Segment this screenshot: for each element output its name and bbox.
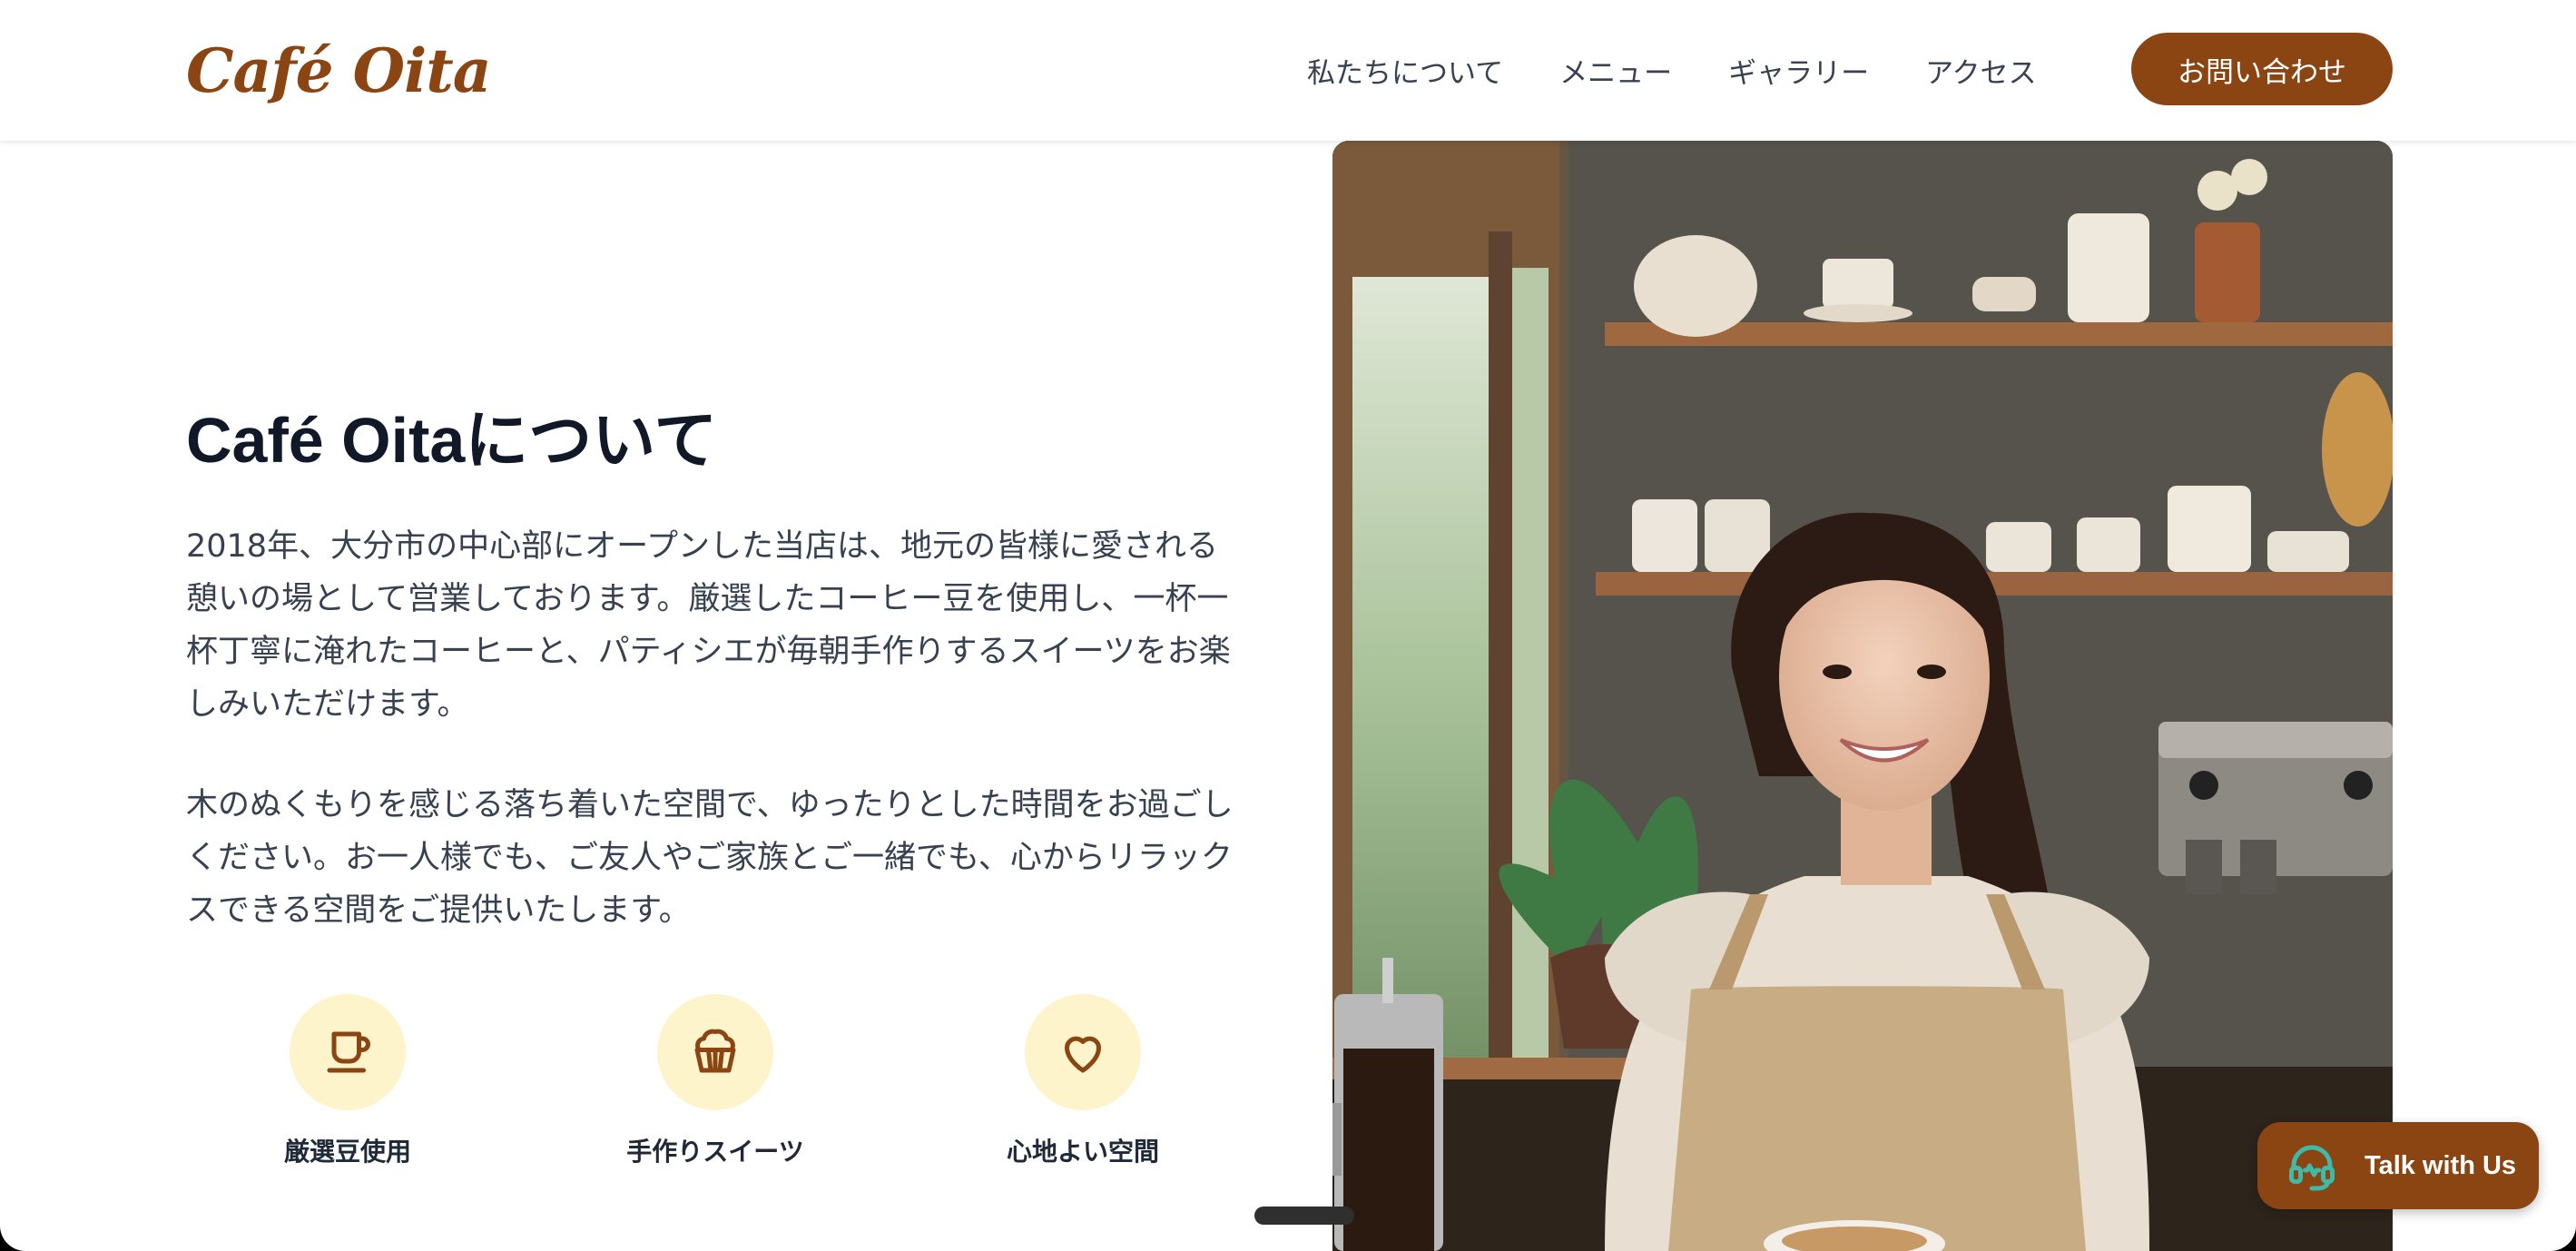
- nav-link-menu[interactable]: メニュー: [1559, 50, 1672, 91]
- main-nav: 私たちについて メニュー ギャラリー アクセス: [1307, 0, 2093, 141]
- talk-label: Talk with Us: [2365, 1150, 2517, 1180]
- about-paragraph: 2018年、大分市の中心部にオープンした当店は、地元の皆様に愛される憩いの場とし…: [186, 528, 1231, 723]
- feature-item: 厳選豆使用: [184, 994, 511, 1176]
- site-header: Café Oita 私たちについて メニュー ギャラリー アクセス お問い合わせ: [0, 0, 2576, 141]
- feature-label: 手作りスイーツ: [626, 1137, 804, 1167]
- about-paragraph: 木のぬくもりを感じる落ち着いた空間で、ゆったりとした時間をお過ごしください。お一…: [186, 787, 1234, 929]
- feature-icon-circle: [290, 994, 406, 1110]
- heart-icon: [1065, 1036, 1101, 1073]
- talk-with-us-button[interactable]: Talk with Us: [2257, 1122, 2539, 1209]
- feature-label: 心地よい空間: [1006, 1137, 1159, 1167]
- contact-button[interactable]: お問い合わせ: [2131, 33, 2393, 105]
- section-title: Café Oitaについて: [186, 405, 718, 476]
- feature-icon-circle: [1025, 994, 1141, 1110]
- cupcake-icon: [694, 1029, 736, 1073]
- logo[interactable]: Café Oita: [186, 25, 491, 116]
- scroll-handle[interactable]: [1254, 1207, 1354, 1225]
- barista-photo: [1332, 141, 2393, 1251]
- feature-item: 手作りスイーツ: [552, 994, 879, 1176]
- feature-item: 心地よい空間: [919, 994, 1246, 1176]
- feature-label: 厳選豆使用: [283, 1137, 411, 1167]
- headset-icon: [2289, 1145, 2335, 1191]
- photo-illustration: [1332, 141, 2393, 1251]
- nav-link-about[interactable]: 私たちについて: [1307, 50, 1503, 91]
- page: Café Oita 私たちについて メニュー ギャラリー アクセス お問い合わせ…: [0, 0, 2576, 1251]
- nav-link-gallery[interactable]: ギャラリー: [1728, 50, 1869, 91]
- nav-link-access[interactable]: アクセス: [1925, 50, 2036, 91]
- coffee-cup-icon: [327, 1031, 370, 1073]
- feature-icon-circle: [657, 994, 773, 1110]
